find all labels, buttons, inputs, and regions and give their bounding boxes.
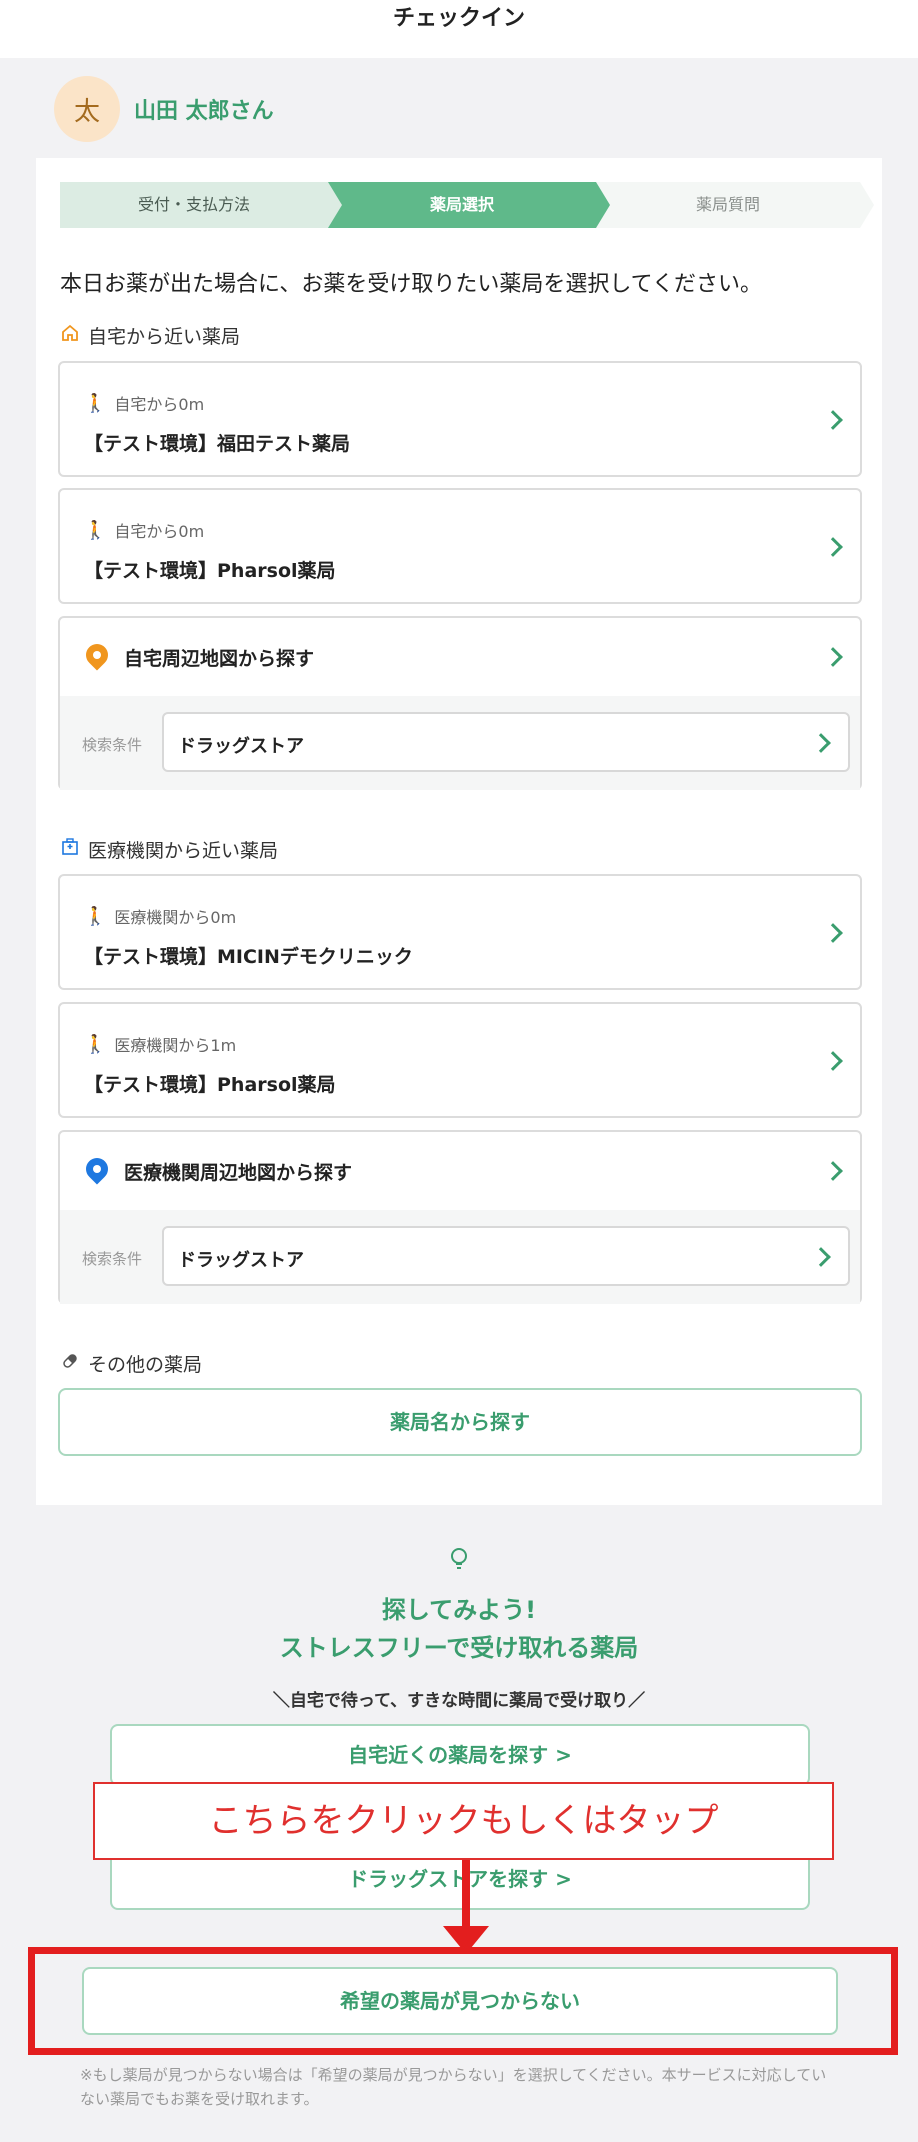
map-search-label: 自宅周辺地図から探す [124, 648, 315, 670]
map-pin-icon [81, 639, 113, 671]
progress-stepper: 受付・支払方法 薬局選択 薬局質問 [60, 182, 874, 228]
chevron-right-icon [823, 1161, 843, 1181]
home-icon [60, 323, 80, 348]
arrow-shaft [462, 1860, 470, 1936]
step-arrow [860, 182, 874, 228]
avatar: 太 [54, 76, 120, 142]
clinic-section-title: 医療機関から近い薬局 [60, 836, 278, 863]
step-pharmacy-select: 薬局選択 [328, 182, 596, 228]
step-arrow [596, 182, 610, 228]
promo-title-line2: ストレスフリーで受け取れる薬局 [279, 1634, 639, 1662]
map-search-label: 医療機関周辺地図から探す [124, 1162, 353, 1184]
chevron-right-icon [823, 537, 843, 557]
distance-text: 自宅から0m [114, 395, 205, 414]
pharmacy-item[interactable]: 🚶 自宅から0m 【テスト環境】Pharsol薬局 [58, 488, 862, 604]
distance-info: 🚶 自宅から0m [84, 391, 204, 415]
section-title-text: その他の薬局 [88, 1354, 203, 1376]
home-map-search-button[interactable]: 自宅周辺地図から探す [60, 618, 860, 696]
lightbulb-icon [451, 1548, 467, 1569]
clinic-map-search-button[interactable]: 医療機関周辺地図から探す [60, 1132, 860, 1210]
search-condition: 検索条件 ドラッグストア [60, 696, 860, 790]
home-map-search: 自宅周辺地図から探す 検索条件 ドラッグストア [58, 616, 862, 790]
condition-value: ドラッグストア [178, 1250, 304, 1271]
search-near-home-button[interactable]: 自宅近くの薬局を探す > [110, 1724, 810, 1786]
distance-info: 🚶 自宅から0m [84, 518, 204, 542]
pharmacy-item[interactable]: 🚶 医療機関から1m 【テスト環境】Pharsol薬局 [58, 1002, 862, 1118]
chevron-right-icon [823, 647, 843, 667]
section-title-text: 医療機関から近い薬局 [88, 840, 279, 862]
promo-title-line1: 探してみよう! [381, 1596, 537, 1624]
pharmacy-item[interactable]: 🚶 自宅から0m 【テスト環境】福田テスト薬局 [58, 361, 862, 477]
condition-value: ドラッグストア [178, 736, 304, 757]
distance-text: 自宅から0m [114, 522, 205, 541]
map-pin-icon [81, 1153, 113, 1185]
pharmacy-not-found-button[interactable]: 希望の薬局が見つからない [82, 1967, 838, 2035]
distance-info: 🚶 医療機関から1m [84, 1032, 236, 1056]
user-info: 太 山田 太郎さん [54, 76, 274, 142]
clinic-map-search: 医療機関周辺地図から探す 検索条件 ドラッグストア [58, 1130, 862, 1304]
search-by-name-button[interactable]: 薬局名から探す [58, 1388, 862, 1456]
instruction-callout: こちらをクリックもしくはタップ [93, 1782, 834, 1860]
chevron-right-icon [811, 1247, 831, 1267]
step-pharmacy-question: 薬局質問 [596, 182, 860, 228]
chevron-right-icon [811, 733, 831, 753]
chevron-right-icon [823, 1051, 843, 1071]
chevron-right-icon [823, 410, 843, 430]
promo-subtitle: ＼自宅で待って、すきな時間に薬局で受け取り／ [272, 1691, 646, 1711]
pharmacy-name: 【テスト環境】福田テスト薬局 [84, 433, 351, 455]
page-title: チェックイン [392, 6, 525, 31]
pill-icon [60, 1351, 80, 1376]
condition-select[interactable]: ドラッグストア [162, 1226, 850, 1286]
distance-text: 医療機関から0m [114, 908, 237, 927]
page-header: チェックイン [0, 0, 918, 58]
condition-select[interactable]: ドラッグストア [162, 712, 850, 772]
step-arrow [328, 182, 342, 228]
distance-text: 医療機関から1m [114, 1036, 237, 1055]
pharmacy-name: 【テスト環境】Pharsol薬局 [84, 560, 336, 582]
walking-icon: 🚶 [84, 1033, 107, 1055]
walking-icon: 🚶 [84, 905, 107, 927]
pharmacy-name: 【テスト環境】MICINデモクリニック [84, 946, 413, 968]
footnote: ※もし薬局が見つからない場合は「希望の薬局が見つからない」を選択してください。本… [80, 2066, 827, 2108]
condition-label: 検索条件 [82, 1250, 143, 1268]
search-condition: 検索条件 ドラッグストア [60, 1210, 860, 1304]
intro-text: 本日お薬が出た場合に、お薬を受け取りたい薬局を選択してください。 [60, 272, 763, 297]
user-name: 山田 太郎さん [134, 99, 274, 124]
pharmacy-item[interactable]: 🚶 医療機関から0m 【テスト環境】MICINデモクリニック [58, 874, 862, 990]
step-reception: 受付・支払方法 [60, 182, 328, 228]
pharmacy-name: 【テスト環境】Pharsol薬局 [84, 1074, 336, 1096]
distance-info: 🚶 医療機関から0m [84, 904, 236, 928]
walking-icon: 🚶 [84, 392, 107, 414]
walking-icon: 🚶 [84, 519, 107, 541]
chevron-right-icon [823, 923, 843, 943]
other-section-title: その他の薬局 [60, 1350, 202, 1377]
hospital-icon [60, 837, 80, 862]
home-section-title: 自宅から近い薬局 [60, 322, 240, 349]
section-title-text: 自宅から近い薬局 [88, 326, 241, 348]
condition-label: 検索条件 [82, 736, 143, 754]
